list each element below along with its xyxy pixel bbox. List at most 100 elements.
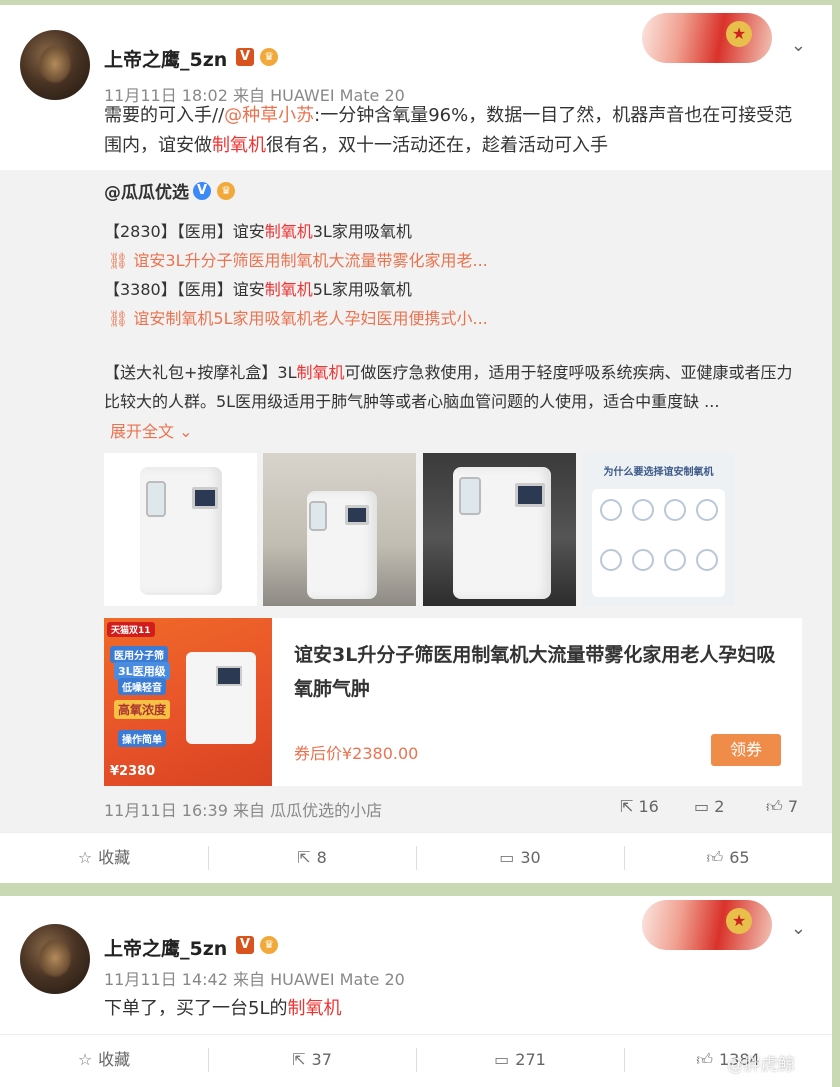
favorite-button[interactable]: ☆ 收藏 [0, 1035, 208, 1085]
mention-link[interactable]: @种草小苏 [224, 105, 314, 126]
feature-icon [696, 549, 718, 571]
avatar[interactable] [20, 30, 90, 100]
keyword-link[interactable]: 制氧机 [265, 280, 313, 299]
repost-share-button[interactable]: ⇱ 16 [620, 797, 659, 816]
favorite-button[interactable]: ☆ 收藏 [0, 833, 208, 883]
share-count: 37 [311, 1050, 332, 1069]
weibo-post-1: 上帝之鹰_5zn V ♛ 11月11日 18:02 来自 HUAWEI Mate… [0, 5, 832, 883]
photo-1[interactable] [104, 453, 257, 606]
product-line-1: 【2830】【医用】谊安制氧机3L家用吸氧机 [104, 218, 412, 242]
chevron-down-icon[interactable]: ⌄ [791, 35, 806, 56]
star-outline-icon: ☆ [77, 1050, 93, 1069]
feature-icon [664, 549, 686, 571]
repost-like-button[interactable]: 👍︎ 7 [766, 797, 798, 817]
like-icon: 👍︎ [706, 848, 724, 867]
line2-post: 5L家用吸氧机 [312, 280, 412, 299]
product-link-1[interactable]: ⛓ 谊安3L升分子筛医用制氧机大流量带雾化家用老... [108, 247, 488, 271]
star-outline-icon: ☆ [77, 848, 93, 867]
photo4-title: 为什么要选择谊安制氧机 [603, 467, 714, 478]
comment-button[interactable]: ▭ 271 [416, 1035, 624, 1085]
comment-icon: ▭ [494, 1050, 510, 1069]
photo-3[interactable] [423, 453, 576, 606]
comment-icon: ▭ [694, 797, 715, 816]
link1-text: 谊安3L升分子筛医用制氧机大流量带雾化家用老... [133, 251, 488, 270]
product-line-2: 【3380】【医用】谊安制氧机5L家用吸氧机 [104, 276, 412, 300]
keyword-link[interactable]: 制氧机 [287, 998, 341, 1019]
comment-count: 30 [520, 848, 541, 867]
product-price: 券后价¥2380.00 [294, 744, 419, 763]
humidifier-bottle [146, 481, 166, 517]
expand-button[interactable]: 展开全文 ⌄ [110, 418, 193, 442]
watermark: @胖虎鲸 [727, 1055, 795, 1075]
product-link-2[interactable]: ⛓ 谊安制氧机5L家用吸氧机老人孕妇医用便携式小... [108, 305, 488, 329]
post-text: 下单了，买了一台5L的制氧机 [104, 994, 804, 1024]
product-title[interactable]: 谊安3L升分子筛医用制氧机大流量带雾化家用老人孕妇吸氧肺气肿 [294, 638, 784, 706]
post-meta: 11月11日 14:42 来自 HUAWEI Mate 20 [104, 970, 405, 989]
keyword-link[interactable]: 制氧机 [297, 363, 345, 382]
feature-icon [632, 549, 654, 571]
post-text-post: 很有名，双十一活动还在，趁着活动可入手 [266, 135, 608, 156]
avatar[interactable] [20, 924, 90, 994]
crown-icon: ♛ [260, 936, 278, 954]
img-tag: 操作简单 [118, 730, 166, 747]
share-count: 16 [638, 797, 659, 816]
like-count: 65 [729, 848, 750, 867]
link2-text: 谊安制氧机5L家用吸氧机老人孕妇医用便携式小... [133, 309, 488, 328]
humidifier-bottle [459, 477, 481, 515]
comment-button[interactable]: ▭ 30 [416, 833, 624, 883]
verified-badge-icon: V [236, 48, 254, 66]
product-card[interactable]: 天猫双11 医用分子筛 3L医用级 低噪轻音 高氧浓度 操作简单 ¥2380 谊… [104, 618, 802, 786]
share-button[interactable]: ⇱ 37 [208, 1035, 416, 1085]
repost-meta: 11月11日 16:39 来自 瓜瓜优选的小店 [104, 801, 383, 820]
repost-body: 【送大礼包+按摩礼盒】3L制氧机可做医疗急救使用，适用于轻度呼吸系统疾病、亚健康… [104, 358, 804, 416]
keyword-link[interactable]: 制氧机 [212, 135, 266, 156]
line1-post: 3L家用吸氧机 [312, 222, 412, 241]
star-icon: ★ [726, 21, 752, 47]
photo-2[interactable] [263, 453, 416, 606]
keyword-link[interactable]: 制氧机 [265, 222, 313, 241]
feature-icon [600, 549, 622, 571]
share-icon: ⇱ [297, 848, 311, 867]
chevron-down-icon[interactable]: ⌄ [791, 918, 806, 939]
like-count: 7 [787, 797, 798, 816]
img-tag: 医用分子筛 [110, 646, 168, 663]
comment-count: 2 [714, 797, 725, 816]
expand-label: 展开全文 [110, 422, 175, 441]
coupon-button[interactable]: 领券 [711, 734, 781, 766]
share-button[interactable]: ⇱ 8 [208, 833, 416, 883]
humidifier-bottle [309, 501, 327, 531]
comment-icon: ▭ [499, 848, 515, 867]
repost-comment-button[interactable]: ▭ 2 [694, 797, 724, 816]
verified-badge-icon: V [193, 182, 211, 200]
feature-icon [696, 499, 718, 521]
post-text-pre: 下单了，买了一台5L的 [104, 998, 288, 1019]
img-top-tag: 天猫双11 [107, 622, 155, 637]
star-icon: ★ [726, 908, 752, 934]
post-text: 需要的可入手//@种草小苏:一分钟含氧量96%，数据一目了然，机器声音也在可接受… [104, 101, 804, 161]
weibo-post-2: 上帝之鹰_5zn V ♛ 11月11日 14:42 来自 HUAWEI Mate… [0, 896, 832, 1087]
img-tag: 高氧浓度 [114, 700, 171, 719]
img-price: ¥2380 [110, 764, 156, 779]
favorite-label: 收藏 [98, 848, 131, 867]
repost-block: @瓜瓜优选 V ♛ 【2830】【医用】谊安制氧机3L家用吸氧机 ⛓ 谊安3L升… [0, 170, 832, 832]
features-panel [592, 489, 725, 597]
action-bar: ☆ 收藏 ⇱ 8 ▭ 30 👍︎ 65 [0, 832, 832, 882]
feature-icon [632, 499, 654, 521]
machine-screen [345, 505, 369, 525]
like-button[interactable]: 👍︎ 65 [624, 833, 832, 883]
photo-4[interactable]: 为什么要选择谊安制氧机 [582, 453, 735, 606]
chevron-down-icon: ⌄ [179, 422, 193, 441]
link-icon: ⛓ [108, 251, 134, 270]
machine-screen [192, 487, 218, 509]
product-image[interactable]: 天猫双11 医用分子筛 3L医用级 低噪轻音 高氧浓度 操作简单 ¥2380 [104, 618, 272, 786]
post-text-pre: 需要的可入手// [104, 105, 225, 126]
comment-count: 271 [515, 1050, 546, 1069]
username[interactable]: 上帝之鹰_5zn [104, 934, 227, 961]
repost-username[interactable]: @瓜瓜优选 [104, 178, 189, 203]
feature-icon [600, 499, 622, 521]
crown-icon: ♛ [260, 48, 278, 66]
like-icon: 👍︎ [766, 797, 788, 816]
action-bar: ☆ 收藏 ⇱ 37 ▭ 271 👍︎ 1384 [0, 1034, 832, 1084]
username[interactable]: 上帝之鹰_5zn [104, 45, 227, 72]
img-tag: 低噪轻音 [118, 678, 166, 695]
